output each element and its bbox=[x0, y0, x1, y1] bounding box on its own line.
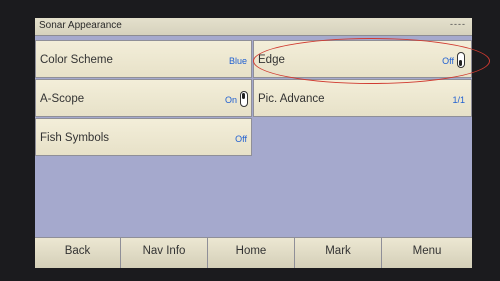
pic-advance-setting[interactable]: Pic. Advance 1/1 bbox=[253, 79, 472, 117]
edge-value: Off bbox=[442, 56, 454, 66]
toggle-knob bbox=[459, 60, 462, 66]
mark-button[interactable]: Mark bbox=[295, 237, 382, 268]
menu-button[interactable]: Menu bbox=[382, 237, 472, 268]
edge-setting[interactable]: Edge Off bbox=[253, 40, 472, 78]
fish-symbols-label: Fish Symbols bbox=[40, 132, 110, 144]
back-button[interactable]: Back bbox=[35, 237, 121, 268]
nav-info-button[interactable]: Nav Info bbox=[121, 237, 208, 268]
color-scheme-setting[interactable]: Color Scheme Blue bbox=[35, 40, 252, 78]
toggle-knob bbox=[242, 93, 245, 99]
a-scope-setting[interactable]: A-Scope On bbox=[35, 79, 252, 117]
pic-advance-value: 1/1 bbox=[452, 95, 465, 105]
color-scheme-label: Color Scheme bbox=[40, 54, 113, 66]
a-scope-label: A-Scope bbox=[40, 93, 85, 105]
fish-symbols-value: Off bbox=[235, 134, 247, 144]
sonar-appearance-screen: Sonar Appearance ---- Color Scheme Blue … bbox=[35, 18, 472, 268]
edge-label: Edge bbox=[258, 54, 285, 66]
a-scope-toggle-switch[interactable] bbox=[240, 91, 248, 107]
home-button[interactable]: Home bbox=[208, 237, 295, 268]
color-scheme-value: Blue bbox=[228, 56, 247, 66]
edge-toggle-switch[interactable] bbox=[457, 52, 465, 68]
bottom-nav-bar: Back Nav Info Home Mark Menu bbox=[35, 237, 472, 268]
a-scope-value: On bbox=[224, 95, 237, 105]
window-title: Sonar Appearance bbox=[39, 20, 122, 31]
fish-symbols-setting[interactable]: Fish Symbols Off bbox=[35, 118, 252, 156]
title-bar: Sonar Appearance ---- bbox=[35, 18, 472, 36]
pic-advance-label: Pic. Advance bbox=[258, 93, 325, 105]
status-indicator: ---- bbox=[450, 19, 466, 29]
